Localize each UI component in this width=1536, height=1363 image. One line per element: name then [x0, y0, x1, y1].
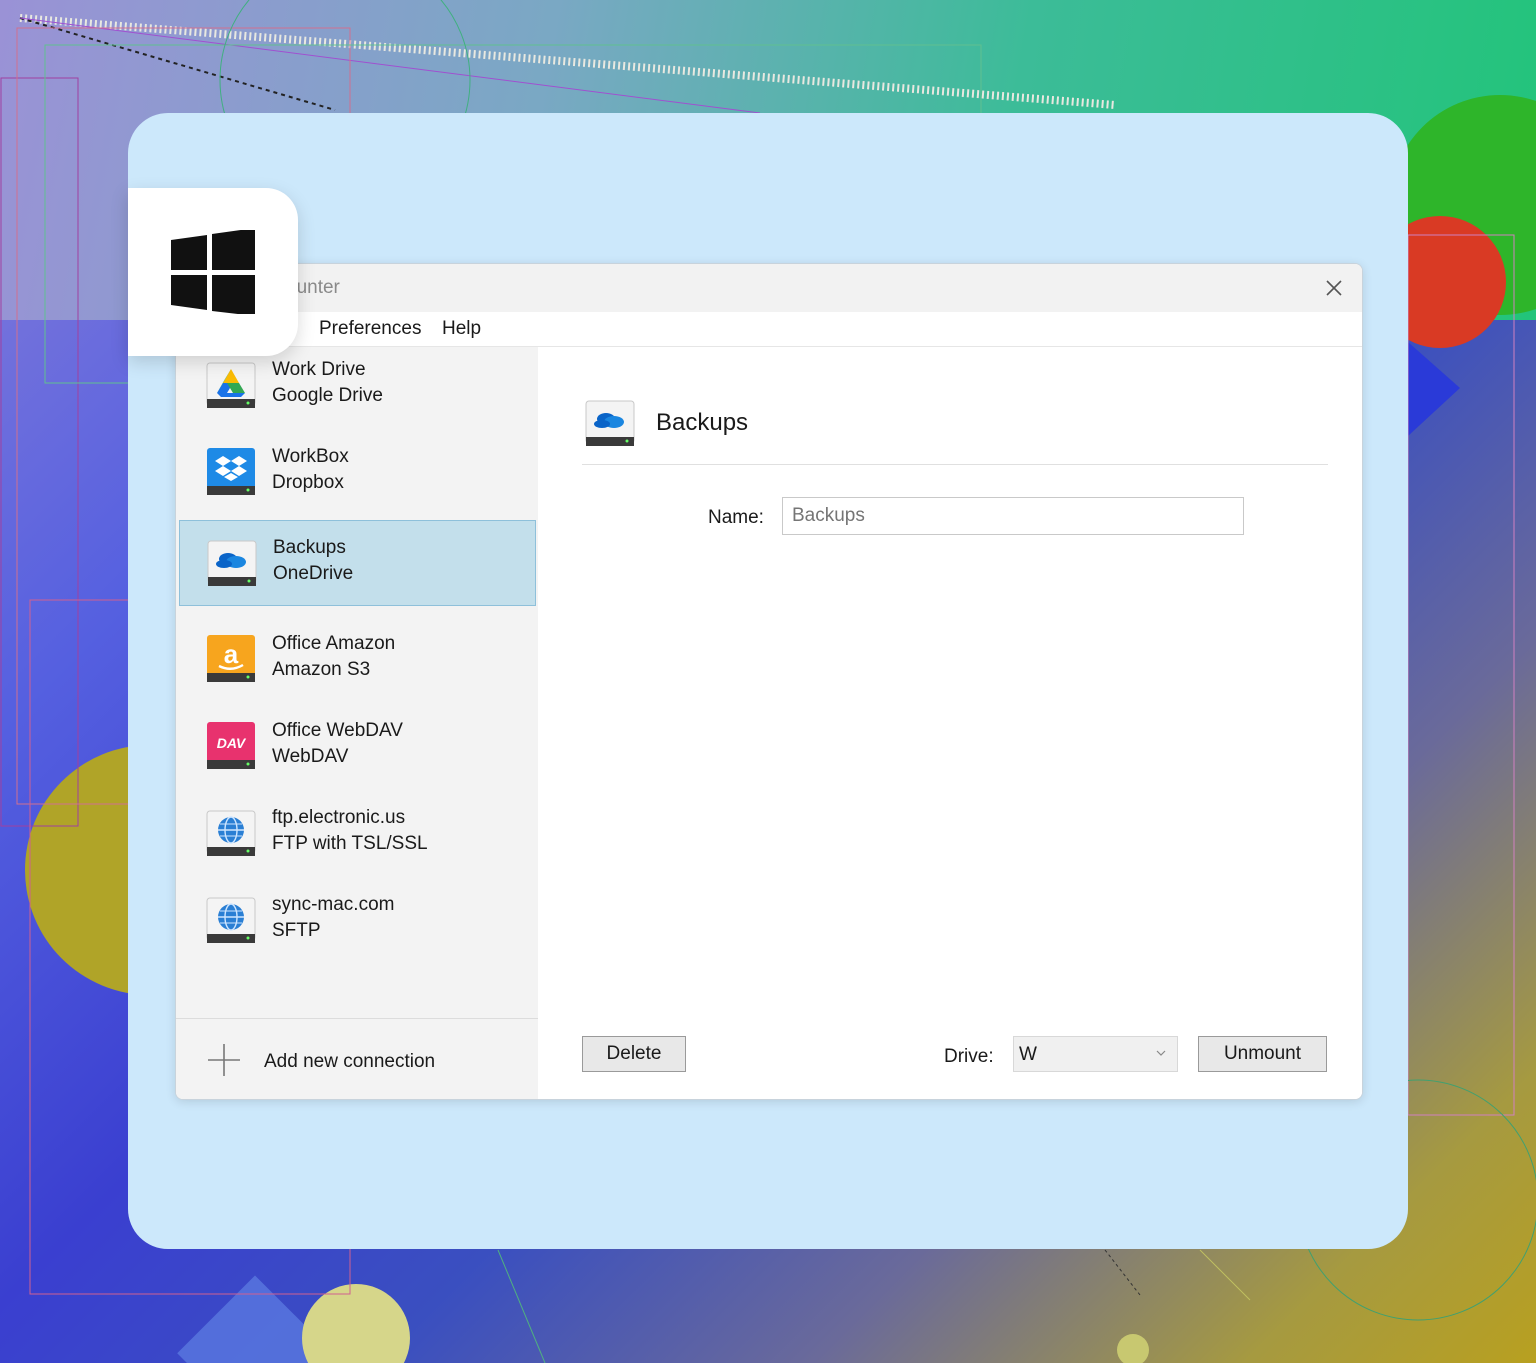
connection-item-workbox[interactable]: WorkBox Dropbox — [179, 430, 536, 514]
connection-type: FTP with TSL/SSL — [272, 833, 428, 854]
connection-item-sync-mac[interactable]: sync-mac.com SFTP — [179, 878, 536, 962]
drive-value: W — [1019, 1044, 1037, 1065]
connections-sidebar: Work Drive Google Drive WorkBox Dropbox — [176, 347, 538, 1099]
name-label: Name: — [708, 507, 764, 528]
plus-icon — [208, 1044, 240, 1076]
title-bar: ounter — [176, 264, 1362, 312]
menu-bar: Preferences Help — [176, 312, 1362, 347]
dropbox-icon — [207, 448, 255, 495]
connection-type: Dropbox — [272, 472, 344, 493]
detail-title: Backups — [656, 409, 749, 436]
add-connection-button[interactable]: Add new connection — [176, 1018, 538, 1099]
svg-text:DAV: DAV — [217, 735, 247, 751]
close-icon — [1326, 280, 1342, 296]
connection-name: Office WebDAV — [272, 720, 403, 741]
connection-name: Work Drive — [272, 359, 366, 380]
close-button[interactable] — [1320, 274, 1348, 302]
connection-item-office-amazon[interactable]: a Office Amazon Amazon S3 — [179, 617, 536, 701]
connection-name: Office Amazon — [272, 633, 396, 654]
ftp-icon — [206, 810, 256, 856]
connection-name: sync-mac.com — [272, 894, 395, 915]
onedrive-icon — [585, 400, 635, 446]
sftp-icon — [206, 897, 256, 943]
connection-item-ftp-electronic[interactable]: ftp.electronic.us FTP with TSL/SSL — [179, 791, 536, 875]
connection-name: WorkBox — [272, 446, 349, 467]
connection-name: ftp.electronic.us — [272, 807, 406, 828]
connection-type: SFTP — [272, 920, 321, 941]
delete-button[interactable]: Delete — [582, 1036, 686, 1072]
amazon-s3-icon: a — [207, 635, 255, 682]
windows-logo-badge — [128, 188, 298, 356]
connection-type: Google Drive — [272, 385, 383, 406]
connection-name: Backups — [273, 537, 346, 558]
connection-type: OneDrive — [273, 563, 354, 584]
connection-type: WebDAV — [272, 746, 349, 767]
connection-type: Amazon S3 — [272, 659, 371, 680]
drive-label: Drive: — [944, 1046, 994, 1067]
drive-select[interactable]: W — [1013, 1036, 1178, 1072]
connection-item-backups[interactable]: Backups OneDrive — [179, 520, 536, 606]
name-input[interactable] — [782, 497, 1244, 535]
google-drive-icon — [206, 362, 256, 408]
add-connection-label: Add new connection — [264, 1051, 436, 1072]
menu-help[interactable]: Help — [442, 318, 481, 340]
connection-detail-panel: Backups Name: Delete Drive: W Unmount — [538, 347, 1362, 1099]
menu-preferences[interactable]: Preferences — [319, 318, 421, 340]
webdav-icon: DAV — [207, 722, 255, 769]
unmount-button[interactable]: Unmount — [1198, 1036, 1327, 1072]
connection-item-office-webdav[interactable]: DAV Office WebDAV WebDAV — [179, 704, 536, 788]
app-window: ounter Preferences Help Work Drive Googl… — [175, 263, 1363, 1100]
svg-text:a: a — [224, 639, 239, 669]
windows-logo-icon — [171, 230, 255, 314]
onedrive-icon — [207, 540, 257, 586]
header-divider — [582, 464, 1328, 465]
chevron-down-icon — [1156, 1050, 1166, 1056]
